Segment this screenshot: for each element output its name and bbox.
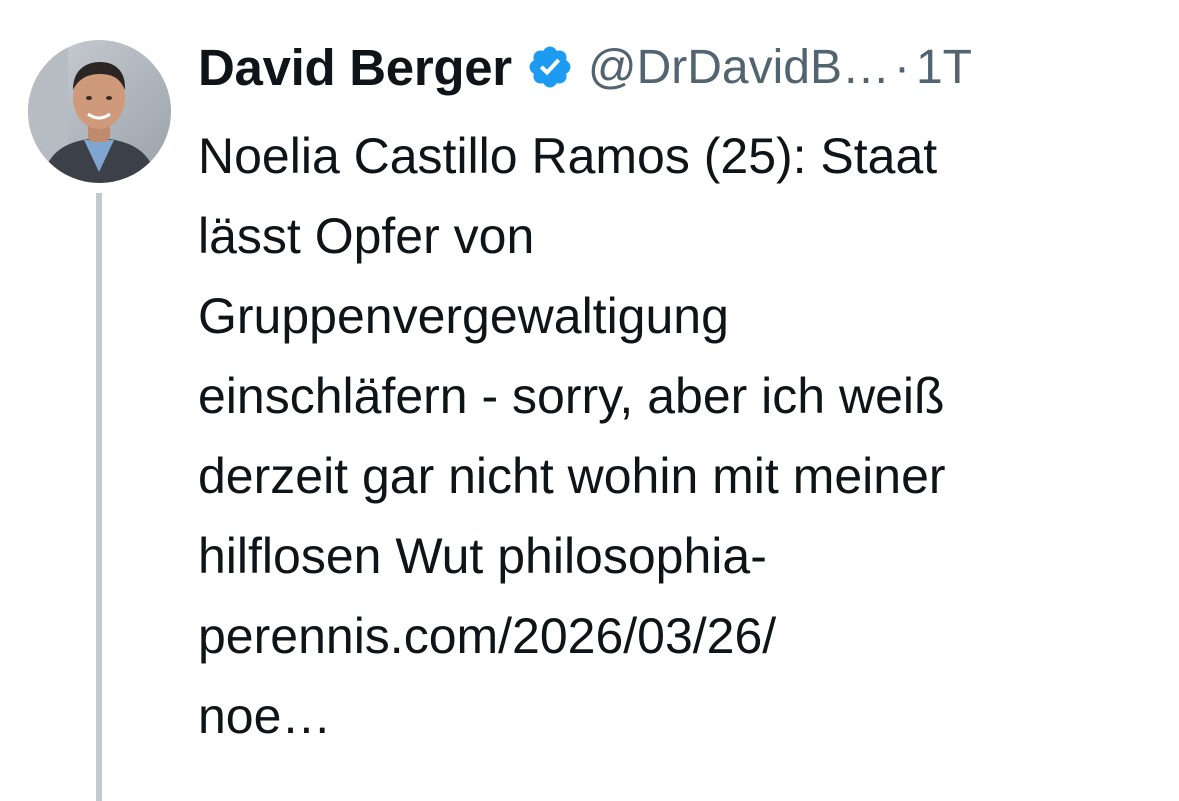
tweet-text-line: perennis.com/2026/03/26/: [198, 608, 777, 664]
tweet-text-line: derzeit gar nicht wohin mit meiner: [198, 448, 946, 504]
author-name[interactable]: David Berger: [198, 38, 512, 97]
thread-line: [96, 193, 102, 801]
tweet-text-line: Gruppenvergewaltigung: [198, 288, 729, 344]
profile-photo-icon: [28, 40, 171, 183]
separator-dot: ·: [893, 40, 910, 94]
verified-badge-icon: [529, 46, 571, 88]
tweet[interactable]: David Berger @DrDavidB… · 1T Noelia Cast…: [0, 0, 1179, 801]
author-handle[interactable]: @DrDavidB…: [588, 40, 890, 95]
tweet-text-line: hilflosen Wut philosophia-: [198, 528, 767, 584]
tweet-text: Noelia Castillo Ramos (25): Staat lässt …: [198, 116, 1158, 756]
tweet-text-line: lässt Opfer von: [198, 208, 535, 264]
avatar[interactable]: [28, 40, 171, 183]
tweet-text-line: noe…: [198, 688, 332, 744]
tweet-text-line: einschläfern - sorry, aber ich weiß: [198, 368, 945, 424]
tweet-header: David Berger @DrDavidB… · 1T: [198, 36, 972, 98]
tweet-text-line: Noelia Castillo Ramos (25): Staat: [198, 128, 938, 184]
tweet-timestamp[interactable]: 1T: [916, 40, 972, 95]
